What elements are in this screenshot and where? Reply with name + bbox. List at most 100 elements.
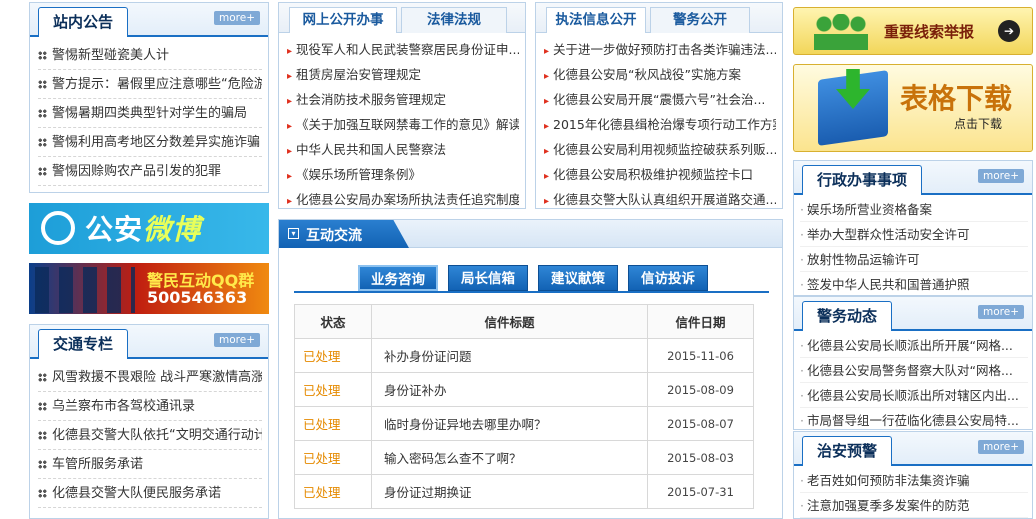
warn-title: 治安预警 <box>802 436 893 466</box>
letter-title-cell[interactable]: 临时身份证异地去哪里办啊？ <box>371 406 648 441</box>
list-item[interactable]: 乌兰察布市各驾校通讯录 <box>38 392 262 421</box>
list-item-label: 租赁房屋治安管理规定 <box>296 67 422 82</box>
traffic-more-link[interactable]: more+ <box>214 333 260 347</box>
arrow-icon: ▸ <box>287 46 293 57</box>
tab-laws[interactable]: 法律法规 <box>401 7 507 33</box>
list-item-label: 化德县公安局“秋风战役”实施方案 <box>553 67 741 82</box>
interaction-icon: ▾ <box>288 228 299 239</box>
weibo-banner[interactable]: 公安微博 <box>29 203 269 254</box>
interaction-panel: ▾ 互动交流 业务咨询 局长信箱 建议献策 信访投诉 状态 信件标题 信件日期 … <box>278 219 783 519</box>
list-item[interactable]: 风雪救援不畏艰险 战斗严寒激情高涨 <box>38 363 262 392</box>
tab-online-affairs[interactable]: 网上公开办事 <box>289 7 397 33</box>
list-item-label: 乌兰察布市各驾校通讯录 <box>52 399 196 414</box>
list-item[interactable]: ▸ 化德县公安局“秋风战役”实施方案 <box>544 62 776 87</box>
letter-title-cell[interactable]: 输入密码怎么查不了啊？ <box>371 440 648 475</box>
list-item[interactable]: ▸ 社会消防技术服务管理规定 <box>287 87 519 112</box>
list-item[interactable]: 化德县交警大队依托“文明交通行动计 <box>38 421 262 450</box>
btn-director-mailbox[interactable]: 局长信箱 <box>448 265 528 291</box>
list-item[interactable]: · 市局督导组一行莅临化德县公安局特... <box>800 408 1028 429</box>
list-item[interactable]: 警方提示：暑假里应注意哪些“危险游 <box>38 70 262 99</box>
list-item[interactable]: ▸ 现役军人和人民武装警察居民身份证申... <box>287 37 519 62</box>
status-cell: 已处理 <box>294 372 372 407</box>
list-item-label: 化德县公安局长顺派出所开展“网格... <box>806 338 1013 353</box>
list-item[interactable]: · 签发中华人民共和国普通护照 <box>800 272 1028 295</box>
list-item[interactable]: · 放射性物品运输许可 <box>800 247 1028 272</box>
list-item-label: 化德县公安局警务督察大队对“网格... <box>806 363 1013 378</box>
list-item-label: 化德县公安局开展“震慑六号”社会治... <box>553 92 766 107</box>
list-item[interactable]: ▸ 关于进一步做好预防打击各类诈骗违法... <box>544 37 776 62</box>
list-item-label: 警方提示：暑假里应注意哪些“危险游 <box>52 77 262 92</box>
list-item[interactable]: 警惕利用高考地区分数差异实施诈骗 <box>38 128 262 157</box>
notice-more-link[interactable]: more+ <box>214 11 260 25</box>
list-item[interactable]: ▸ 《娱乐场所管理条例》 <box>287 162 519 187</box>
letter-title-cell[interactable]: 身份证补办 <box>371 372 648 407</box>
arrow-icon: ▸ <box>544 121 550 132</box>
list-item[interactable]: ▸ 化德县公安局开展“震慑六号”社会治... <box>544 87 776 112</box>
list-item[interactable]: · 娱乐场所营业资格备案 <box>800 197 1028 222</box>
dot-icon: · <box>800 413 804 428</box>
public-affairs-panel: 网上公开办事 法律法规 ▸ 现役军人和人民武装警察居民身份证申... ▸ 租赁房屋治安… <box>278 2 526 209</box>
list-item[interactable]: 警惕暑期四类典型针对学生的骗局 <box>38 99 262 128</box>
table-row[interactable]: 已处理 身份证过期换证 2015-07-31 <box>294 474 754 509</box>
tab-enforcement-info[interactable]: 执法信息公开 <box>546 7 646 33</box>
form-download-banner[interactable]: 表格下载 点击下载 <box>793 64 1033 152</box>
btn-suggestions[interactable]: 建议献策 <box>538 265 618 291</box>
letters-table: 状态 信件标题 信件日期 已处理 补办身份证问题 2015-11-06 已处理 身份证补… <box>294 304 754 509</box>
bullet-icon <box>38 460 47 469</box>
list-item[interactable]: · 举办大型群众性活动安全许可 <box>800 222 1028 247</box>
bullet-icon <box>38 402 47 411</box>
list-item[interactable]: ▸ 中华人民共和国人民警察法 <box>287 137 519 162</box>
bullet-icon <box>38 167 47 176</box>
list-item-label: 化德县公安局积极维护视频监控卡口 <box>553 167 754 182</box>
warn-more-link[interactable]: more+ <box>978 440 1024 454</box>
admin-more-link[interactable]: more+ <box>978 169 1024 183</box>
list-item[interactable]: 警惕新型碰瓷美人计 <box>38 41 262 70</box>
dot-icon: · <box>800 388 804 403</box>
list-item[interactable]: · 注意加强夏季多发案件的防范 <box>800 493 1028 518</box>
list-item[interactable]: 警惕因赊购农产品引发的犯罪 <box>38 157 262 186</box>
bullet-icon <box>38 373 47 382</box>
header-title: 信件标题 <box>371 304 648 339</box>
letter-title-cell[interactable]: 补办身份证问题 <box>371 338 648 373</box>
dot-icon: · <box>800 473 804 488</box>
table-row[interactable]: 已处理 补办身份证问题 2015-11-06 <box>294 338 754 373</box>
list-item[interactable]: ▸ 化德县交警大队认真组织开展道路交通... <box>544 187 776 208</box>
list-item[interactable]: 车管所服务承诺 <box>38 450 262 479</box>
list-item[interactable]: · 化德县公安局警务督察大队对“网格... <box>800 358 1028 383</box>
btn-petition[interactable]: 信访投诉 <box>628 265 708 291</box>
list-item-label: 化德县交警大队依托“文明交通行动计 <box>52 428 262 443</box>
dot-icon: · <box>800 252 804 267</box>
list-item-label: 化德县公安局利用视频监控破获系列贩... <box>553 142 776 157</box>
letter-title-cell[interactable]: 身份证过期换证 <box>371 474 648 509</box>
table-row[interactable]: 已处理 临时身份证异地去哪里办啊？ 2015-08-07 <box>294 406 754 441</box>
dot-icon: · <box>800 277 804 292</box>
list-item[interactable]: ▸ 租赁房屋治安管理规定 <box>287 62 519 87</box>
arrow-right-icon: ➔ <box>998 20 1020 42</box>
list-item[interactable]: ▸ 《关于加强互联网禁毒工作的意见》解读 <box>287 112 519 137</box>
law-enforcement-panel: 执法信息公开 警务公开 ▸ 关于进一步做好预防打击各类诈骗违法... ▸ 化德县公安局… <box>535 2 783 209</box>
qq-group-banner[interactable]: 警民互动QQ群 500546363 <box>29 263 269 314</box>
list-item-label: 中华人民共和国人民警察法 <box>296 142 447 157</box>
list-item[interactable]: ▸ 化德县公安局积极维护视频监控卡口 <box>544 162 776 187</box>
list-item-label: 举办大型群众性活动安全许可 <box>806 227 970 242</box>
table-row[interactable]: 已处理 身份证补办 2015-08-09 <box>294 372 754 407</box>
list-item[interactable]: 化德县交警大队便民服务承诺 <box>38 479 262 508</box>
list-item-label: 市局督导组一行莅临化德县公安局特... <box>806 413 1019 428</box>
table-row[interactable]: 已处理 输入密码怎么查不了啊？ 2015-08-03 <box>294 440 754 475</box>
list-item[interactable]: · 老百姓如何预防非法集资诈骗 <box>800 468 1028 493</box>
list-item[interactable]: · 化德县公安局长顺派出所开展“网格... <box>800 333 1028 358</box>
weibo-icon <box>41 211 75 245</box>
list-item[interactable]: · 化德县公安局长顺派出所对辖区内出... <box>800 383 1028 408</box>
list-item-label: 娱乐场所营业资格备案 <box>806 202 932 217</box>
list-item[interactable]: ▸ 化德县公安局办案场所执法责任追究制度 <box>287 187 519 208</box>
news-more-link[interactable]: more+ <box>978 305 1024 319</box>
report-clue-banner[interactable]: 重要线索举报 ➔ <box>793 7 1033 55</box>
dot-icon: · <box>800 202 804 217</box>
btn-business-consult[interactable]: 业务咨询 <box>358 265 438 291</box>
admin-title: 行政办事事项 <box>802 165 923 195</box>
people-icon <box>814 14 868 50</box>
list-item[interactable]: ▸ 2015年化德县缉枪治爆专项行动工作方案 <box>544 112 776 137</box>
list-item[interactable]: ▸ 化德县公安局利用视频监控破获系列贩... <box>544 137 776 162</box>
tab-police-affairs[interactable]: 警务公开 <box>650 7 750 33</box>
status-cell: 已处理 <box>294 338 372 373</box>
